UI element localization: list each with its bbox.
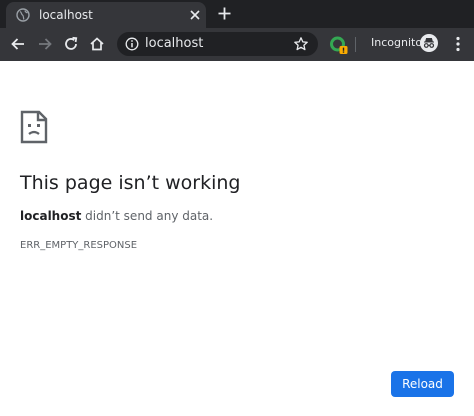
incognito-label[interactable]: Incognito [371,36,422,50]
tab-strip: localhost [0,0,474,28]
tab-localhost[interactable]: localhost [6,2,206,28]
error-description-text: didn’t send any data. [81,209,214,223]
browser-window: localhost localhost Incognito This page … [0,0,474,416]
home-icon[interactable] [88,35,106,53]
error-heading: This page isn’t working [20,172,241,194]
error-description: localhost didn’t send any data. [20,208,213,224]
sad-page-icon [20,110,48,144]
error-host: localhost [20,209,82,223]
arrow-right-icon[interactable] [36,35,54,53]
reload-icon[interactable] [62,35,80,53]
tab-title: localhost [39,8,93,22]
close-icon[interactable] [189,9,201,21]
incognito-icon[interactable] [420,34,438,52]
star-icon[interactable] [293,36,309,52]
address-bar[interactable]: localhost [117,32,318,56]
toolbar-separator [355,37,356,52]
error-code: ERR_EMPTY_RESPONSE [20,240,138,251]
plus-icon[interactable] [217,6,232,21]
globe-icon [16,8,30,22]
kebab-menu-icon[interactable] [451,35,465,53]
arrow-left-icon[interactable] [9,35,27,53]
url-text[interactable]: localhost [145,35,203,53]
info-icon[interactable] [125,37,139,51]
extension-icon[interactable] [329,35,349,55]
reload-button[interactable]: Reload [391,371,454,397]
